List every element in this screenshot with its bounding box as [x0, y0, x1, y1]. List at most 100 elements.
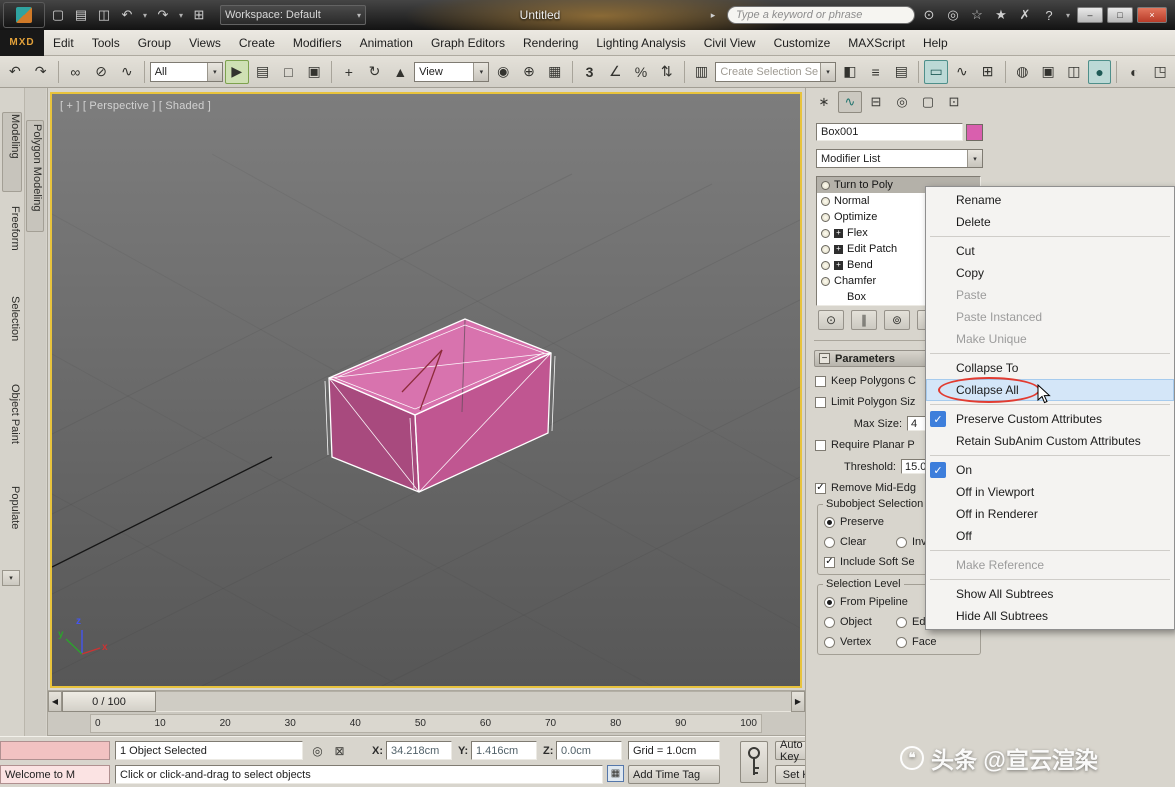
add-time-tag-button[interactable]: Add Time Tag: [628, 765, 720, 784]
render-iterative-icon[interactable]: ◐: [1122, 60, 1146, 84]
invert-radio[interactable]: [896, 537, 907, 548]
perspective-viewport[interactable]: [ + ] [ Perspective ] [ Shaded ] y z x: [50, 92, 802, 688]
unlink-selection-icon[interactable]: ⊘: [89, 60, 113, 84]
tab-modify[interactable]: ∿: [838, 91, 862, 113]
include-soft-selection-checkbox[interactable]: ✓: [824, 557, 835, 568]
window-crossing-icon[interactable]: ▣: [302, 60, 326, 84]
tab-hierarchy[interactable]: ⊟: [864, 91, 888, 113]
communication-center-icon[interactable]: ◎: [943, 4, 963, 26]
object-color-swatch[interactable]: [966, 124, 983, 141]
select-and-link-icon[interactable]: ∞: [63, 60, 87, 84]
object-name-field[interactable]: Box001: [816, 123, 963, 141]
selection-filter-dropdown[interactable]: All ▾: [150, 62, 223, 82]
preserve-radio[interactable]: [824, 517, 835, 528]
spinner-snap-icon[interactable]: ⇅: [655, 60, 679, 84]
keyboard-shortcut-override-icon[interactable]: ▦: [543, 60, 567, 84]
lightbulb-icon[interactable]: [821, 197, 830, 206]
bind-to-space-warp-icon[interactable]: ∿: [115, 60, 139, 84]
menu-create[interactable]: Create: [230, 33, 284, 53]
maxscript-listener-field[interactable]: Welcome to M: [0, 765, 110, 784]
select-by-name-icon[interactable]: ▤: [251, 60, 275, 84]
tab-create[interactable]: ∗: [812, 91, 836, 113]
lightbulb-icon[interactable]: [821, 261, 830, 270]
object-radio[interactable]: [824, 617, 835, 628]
make-unique-icon[interactable]: ⊚: [884, 310, 910, 330]
menu-help[interactable]: Help: [914, 33, 957, 53]
menu-item-off[interactable]: Off: [926, 525, 1174, 547]
menu-item-retain-subanim-custom-attributes[interactable]: Retain SubAnim Custom Attributes: [926, 430, 1174, 452]
menu-group[interactable]: Group: [129, 33, 180, 53]
percent-snap-icon[interactable]: %: [629, 60, 653, 84]
rendered-frame-window-icon[interactable]: ◫: [1062, 60, 1086, 84]
select-and-scale-icon[interactable]: ▲: [388, 60, 412, 84]
select-and-rotate-icon[interactable]: ↻: [363, 60, 387, 84]
menu-maxscript[interactable]: MAXScript: [839, 33, 914, 53]
close-button[interactable]: ×: [1137, 7, 1167, 23]
menu-item-hide-all-subtrees[interactable]: Hide All Subtrees: [926, 605, 1174, 627]
tab-display[interactable]: ▢: [916, 91, 940, 113]
search-icon[interactable]: ⊙: [919, 4, 939, 26]
menu-item-preserve-custom-attributes[interactable]: ✓ Preserve Custom Attributes: [926, 408, 1174, 430]
lightbulb-icon[interactable]: [821, 245, 830, 254]
menu-item-off-in-renderer[interactable]: Off in Renderer: [926, 503, 1174, 525]
ribbon-tab-object-paint[interactable]: Object Paint: [9, 384, 21, 444]
remove-mid-edge-checkbox[interactable]: ✓: [815, 483, 826, 494]
clear-radio[interactable]: [824, 537, 835, 548]
help-icon[interactable]: ?: [1039, 4, 1059, 26]
ribbon-tab-freeform[interactable]: Freeform: [9, 206, 21, 251]
undo-icon[interactable]: ↶: [117, 4, 137, 26]
material-editor-icon[interactable]: ◍: [1010, 60, 1034, 84]
edge-radio[interactable]: [896, 617, 907, 628]
menu-item-off-in-viewport[interactable]: Off in Viewport: [926, 481, 1174, 503]
face-radio[interactable]: [896, 637, 907, 648]
render-setup-icon[interactable]: ▣: [1036, 60, 1060, 84]
graphite-ribbon-toggle-icon[interactable]: ▭: [924, 60, 948, 84]
redo-view-icon[interactable]: ↷: [29, 60, 53, 84]
ribbon-tab-populate[interactable]: Populate: [9, 486, 21, 529]
menu-rendering[interactable]: Rendering: [514, 33, 587, 53]
edit-named-selection-sets-icon[interactable]: ▥: [690, 60, 714, 84]
previous-frame-icon[interactable]: ◀: [48, 691, 62, 712]
menu-item-copy[interactable]: Copy: [926, 262, 1174, 284]
angle-snap-icon[interactable]: ∠: [603, 60, 627, 84]
menu-edit[interactable]: Edit: [44, 33, 83, 53]
maxscript-listener-pink-line[interactable]: [0, 741, 110, 760]
viewport-label[interactable]: [ + ] [ Perspective ] [ Shaded ]: [60, 100, 211, 112]
lightbulb-icon[interactable]: [821, 277, 830, 286]
vertex-radio[interactable]: [824, 637, 835, 648]
ribbon-tab-modeling[interactable]: Modeling: [9, 114, 21, 159]
collapse-rollout-icon[interactable]: −: [819, 353, 830, 364]
x-coord-field[interactable]: 34.218cm: [386, 741, 452, 760]
select-and-move-icon[interactable]: +: [337, 60, 361, 84]
show-end-result-icon[interactable]: ∥: [851, 310, 877, 330]
z-coord-field[interactable]: 0.0cm: [556, 741, 622, 760]
redo-icon[interactable]: ↷: [153, 4, 173, 26]
expand-subtree-icon[interactable]: +: [834, 261, 843, 270]
application-menu-button[interactable]: [3, 2, 45, 28]
expand-subtree-icon[interactable]: +: [834, 245, 843, 254]
menu-item-delete[interactable]: Delete: [926, 211, 1174, 233]
reference-coordinate-dropdown[interactable]: View ▾: [414, 62, 489, 82]
menu-animation[interactable]: Animation: [351, 33, 422, 53]
next-frame-icon[interactable]: ▶: [791, 691, 805, 712]
menu-item-on[interactable]: ✓ On: [926, 459, 1174, 481]
project-folder-icon[interactable]: ⊞: [189, 4, 209, 26]
lightbulb-icon[interactable]: [821, 181, 830, 190]
curve-editor-icon[interactable]: ∿: [950, 60, 974, 84]
expand-subtree-icon[interactable]: +: [834, 229, 843, 238]
align-icon[interactable]: ≡: [864, 60, 888, 84]
menu-item-collapse-all[interactable]: Collapse All: [926, 379, 1174, 401]
select-object-icon[interactable]: ▶: [225, 60, 249, 84]
named-selection-set-dropdown[interactable]: Create Selection Se ▾: [715, 62, 836, 82]
selection-lock-icon[interactable]: ⊠: [330, 741, 349, 760]
menu-item-rename[interactable]: Rename: [926, 189, 1174, 211]
tab-motion[interactable]: ◎: [890, 91, 914, 113]
sign-in-icon[interactable]: ☆: [967, 4, 987, 26]
minimize-button[interactable]: –: [1077, 7, 1103, 23]
limit-polygon-size-checkbox[interactable]: [815, 397, 826, 408]
isolate-selection-icon[interactable]: ◎: [308, 741, 327, 760]
ribbon-tab-selection[interactable]: Selection: [9, 296, 21, 341]
keep-polygons-checkbox[interactable]: [815, 376, 826, 387]
new-scene-icon[interactable]: ▢: [48, 4, 68, 26]
select-and-manipulate-icon[interactable]: ⊕: [517, 60, 541, 84]
